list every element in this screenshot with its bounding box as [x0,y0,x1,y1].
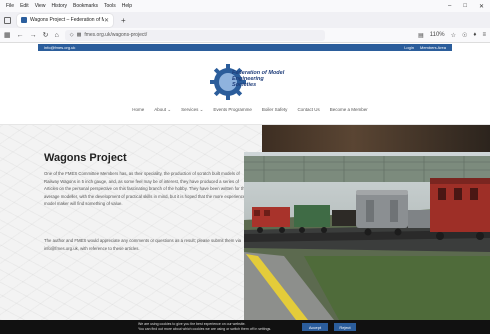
lock-icon[interactable]: ▩ [77,32,82,38]
menu-file[interactable]: File [6,3,14,9]
logo-text: Federation of Model Engineering Societie… [232,70,288,88]
minimize-icon[interactable]: – [448,3,451,9]
model-train-image [244,152,490,320]
cookie-message: We are using cookies to give you the bes… [138,322,298,332]
chevron-down-icon: ⌄ [199,107,204,112]
page-title: Wagons Project [44,152,127,164]
url-text: fmes.org.uk/wagons-project/ [84,32,148,38]
menu-edit[interactable]: Edit [20,3,29,9]
menu-tools[interactable]: Tools [104,3,116,9]
nav-home[interactable]: Home [132,107,144,115]
home-icon[interactable]: ⌂ [55,32,59,39]
forward-icon[interactable]: → [30,32,37,39]
app-menu-icon[interactable]: ≡ [482,32,486,38]
sidebar-toggle-icon[interactable]: ▦ [4,31,11,39]
nav-services-label: Services [181,107,199,112]
nav-about-label: About [154,107,167,112]
url-bar[interactable]: ◇ ▩ fmes.org.uk/wagons-project/ [64,29,325,41]
close-window-icon[interactable]: ✕ [479,3,484,10]
account-icon[interactable]: ☉ [462,32,467,39]
nav-about[interactable]: About ⌄ [154,107,171,115]
nav-events[interactable]: Events Programme [213,107,252,115]
wagons-photo [244,152,490,320]
window-controls: – □ ✕ [448,0,484,12]
logo-line-2: Engineering Societies [232,76,264,88]
site-logo[interactable]: Federation of Model Engineering Societie… [208,60,288,104]
accept-button[interactable]: Accept [302,323,328,331]
reload-icon[interactable]: ↻ [43,31,49,39]
browser-tab[interactable]: Wagons Project – Federation of M ✕ [17,13,113,27]
menu-bookmarks[interactable]: Bookmarks [73,3,98,9]
favicon-icon [21,17,27,23]
zoom-level[interactable]: 110% [430,32,445,38]
nav-right-tools: ▤ 110% ☆ ☉ ♦ ≡ [418,32,486,39]
tab-title: Wagons Project – Federation of M [30,17,104,23]
back-icon[interactable]: ← [17,32,24,39]
site-top-bar: info@fmes.org.uk Login Members Area [38,44,452,51]
maximize-icon[interactable]: □ [463,3,467,9]
browser-navbar: ▦ ← → ↻ ⌂ ◇ ▩ fmes.org.uk/wagons-project… [0,28,490,43]
browser-menubar: File Edit View History Bookmarks Tools H… [0,0,490,12]
shield-icon[interactable]: ◇ [70,32,74,38]
chevron-down-icon: ⌄ [167,107,172,112]
nav-contact[interactable]: Contact Us [297,107,319,115]
menu-history[interactable]: History [51,3,67,9]
reject-button[interactable]: Reject [334,323,356,331]
cookie-line-2: You can find out more about which cookie… [138,327,272,331]
background-photo [262,125,490,153]
top-email-link[interactable]: info@fmes.org.uk [44,45,75,50]
extensions-icon[interactable]: ♦ [473,32,476,38]
login-link[interactable]: Login [404,45,414,50]
reader-icon[interactable]: ▤ [418,32,424,39]
members-area-link[interactable]: Members Area [420,45,446,50]
close-tab-icon[interactable]: ✕ [104,17,109,24]
nav-become-member[interactable]: Become a Member [330,107,368,115]
nav-services[interactable]: Services ⌄ [181,107,203,115]
main-content: Wagons Project One of the FMES Committee… [0,125,490,320]
new-tab-icon[interactable]: + [121,16,126,25]
menu-help[interactable]: Help [122,3,132,9]
menu-view[interactable]: View [35,3,46,9]
intro-paragraph: One of the FMES Committee Members has, a… [44,171,248,207]
nav-boiler-safety[interactable]: Boiler Safety [262,107,288,115]
sketch-background [0,125,262,320]
contact-paragraph: The author and FMES would appreciate any… [44,238,242,251]
tab-list-icon[interactable] [4,16,11,24]
cookie-banner: We are using cookies to give you the bes… [0,320,490,334]
site-nav: Home About ⌄ Services ⌄ Events Programme… [130,107,370,115]
bookmark-star-icon[interactable]: ☆ [451,32,456,39]
tab-bar: Wagons Project – Federation of M ✕ + [0,12,490,28]
